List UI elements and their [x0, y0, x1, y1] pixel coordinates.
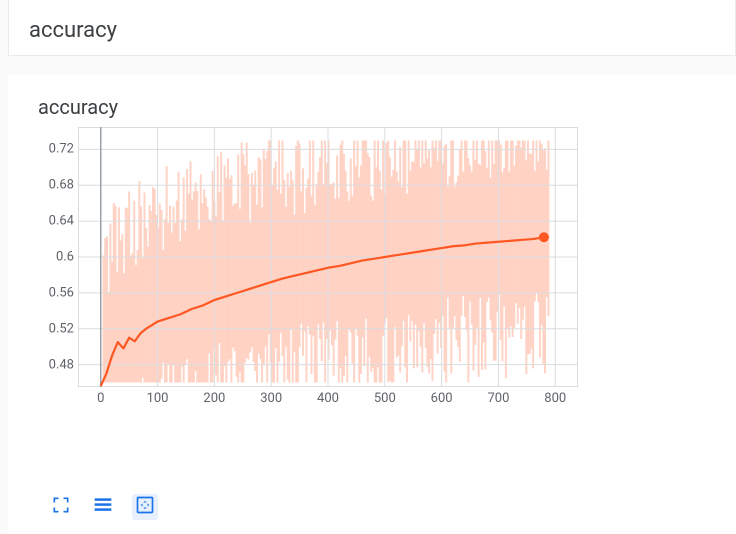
- y-tick-label: 0.48: [49, 357, 74, 372]
- x-tick-label: 600: [431, 391, 453, 406]
- y-tick-label: 0.68: [49, 178, 74, 193]
- y-tick-label: 0.56: [49, 285, 74, 300]
- x-tick-label: 100: [147, 391, 169, 406]
- chart-card-header: accuracy: [8, 0, 736, 56]
- x-tick-label: 400: [317, 391, 339, 406]
- fullscreen-icon: [51, 495, 71, 519]
- fullscreen-button[interactable]: [48, 494, 74, 520]
- x-tick-label: 500: [374, 391, 396, 406]
- chart-svg: [78, 127, 578, 387]
- x-tick-label: 300: [260, 391, 282, 406]
- chart-panel: accuracy 0.48 0.52 0.56 0.6 0.64 0.68 0.72 0 10…: [8, 75, 736, 534]
- y-axis-ticks: 0.48 0.52 0.56 0.6 0.64 0.68 0.72: [30, 127, 74, 387]
- fit-domain-button[interactable]: [132, 494, 158, 520]
- log-scale-button[interactable]: [90, 494, 116, 520]
- fit-icon: [134, 495, 156, 519]
- lines-icon: [92, 495, 114, 519]
- y-tick-label: 0.6: [56, 250, 74, 265]
- y-tick-label: 0.52: [49, 321, 74, 336]
- x-tick-label: 700: [487, 391, 509, 406]
- x-tick-label: 200: [203, 391, 225, 406]
- x-tick-label: 800: [544, 391, 566, 406]
- x-tick-label: 0: [97, 391, 104, 406]
- plot-area[interactable]: 0.480.520.560.60.640.680.72 010020030040…: [78, 127, 578, 427]
- y-tick-label: 0.72: [49, 142, 74, 157]
- card-title: accuracy: [29, 18, 715, 43]
- chart-toolbar: [48, 494, 158, 520]
- chart-title: accuracy: [38, 95, 706, 119]
- y-tick-label: 0.64: [49, 214, 74, 229]
